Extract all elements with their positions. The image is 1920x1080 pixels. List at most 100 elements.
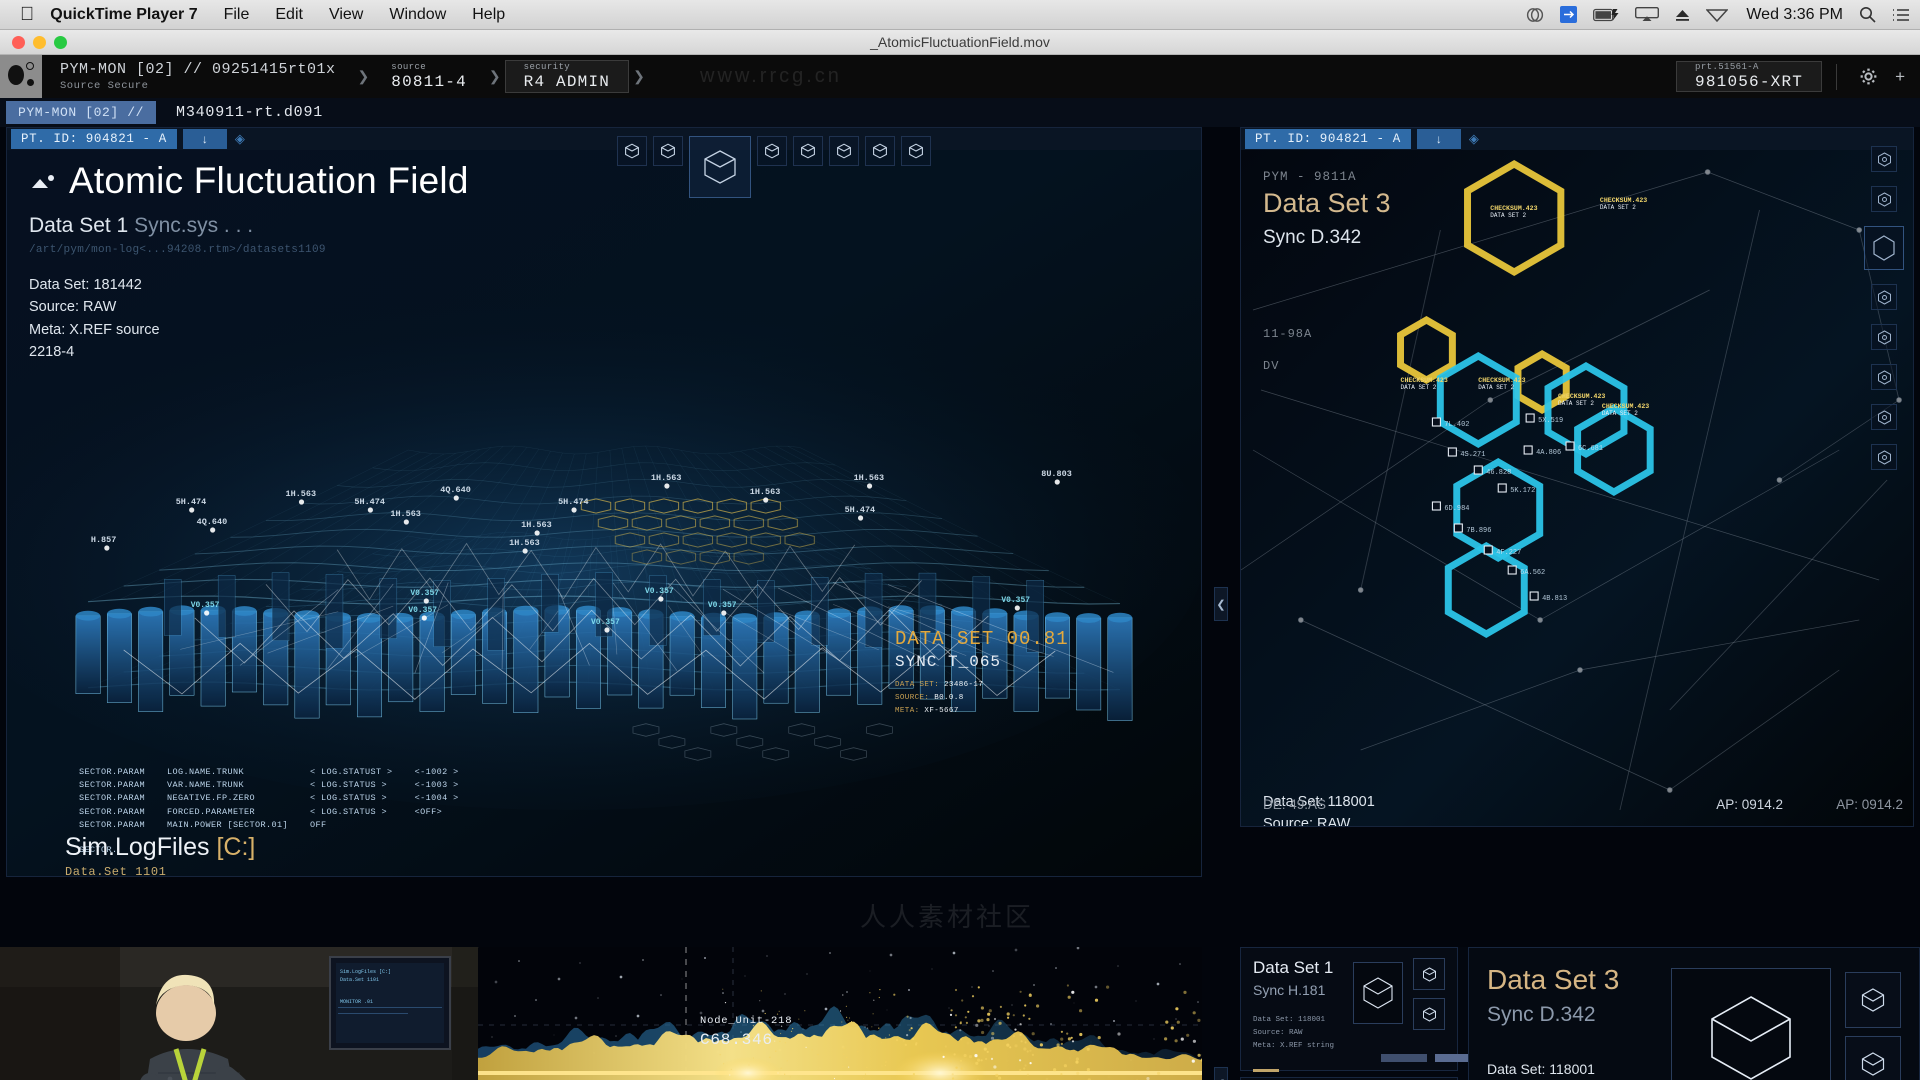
right-tag-1: 11-98A <box>1263 327 1313 341</box>
right-de-value: DE: 49.AS <box>1263 797 1327 812</box>
table-row: SECTOR.PARAM VAR.NAME.TRUNK < LOG.STATUS >… <box>79 780 459 791</box>
svg-text:Sim.LogFiles [C:]: Sim.LogFiles [C:] <box>340 969 391 975</box>
battery-icon[interactable] <box>1593 8 1619 22</box>
hex-outline-icon[interactable] <box>1864 226 1904 270</box>
card-1-cube-preview[interactable] <box>1353 962 1403 1024</box>
cube-icon-5[interactable] <box>829 136 859 166</box>
source-field[interactable]: source 80811-4 <box>373 55 485 98</box>
main-pt-id[interactable]: PT. ID: 904821 - A <box>11 129 177 149</box>
sim-dataset: Data.Set 1101 <box>65 865 167 877</box>
collapse-handle-left[interactable]: ❮ <box>1214 587 1228 621</box>
security-field[interactable]: security R4 ADMIN <box>504 60 630 93</box>
tabstrip-doc-name[interactable]: M340911-rt.d091 <box>176 104 323 121</box>
hex-eye-icon-7[interactable] <box>1871 444 1897 470</box>
svg-text:5H.474: 5H.474 <box>558 497 589 507</box>
big-card-meta: Data Set: 118001 Source: RAW Meta: X.REF… <box>1487 1061 1595 1077</box>
eject-icon[interactable] <box>1675 8 1690 22</box>
svg-text:4B.813: 4B.813 <box>1542 595 1567 603</box>
plus-icon[interactable]: + <box>1886 67 1914 87</box>
big-card-buttons[interactable] <box>1845 972 1901 1080</box>
hex-eye-icon-4[interactable] <box>1871 324 1897 350</box>
prt-label: prt.51561-A <box>1695 62 1759 72</box>
card-1-text: Data Set 1 Sync H.181 Data Set: 118001 S… <box>1253 958 1353 1073</box>
sim-title-row: Sim.LogFiles [C:] <box>65 833 255 862</box>
app-logo-icon[interactable] <box>0 55 42 98</box>
breadcrumb[interactable]: PYM-MON [02] // 09251415rt01x Source Sec… <box>42 55 354 98</box>
card-1-cube-button-2[interactable] <box>1413 998 1445 1030</box>
apple-logo-icon[interactable]:  <box>20 5 34 24</box>
creative-cloud-icon[interactable] <box>1526 7 1544 23</box>
menu-item-view[interactable]: View <box>329 6 363 24</box>
right-icon-rail[interactable] <box>1855 128 1913 826</box>
svg-text:V0.357: V0.357 <box>408 606 437 615</box>
meta-line-dataset: Data Set: 181442 <box>29 277 142 293</box>
wifi-icon[interactable] <box>1706 8 1729 22</box>
menu-item-window[interactable]: Window <box>389 6 446 24</box>
main-meta-block: Data Set: 181442 Source: RAW Meta: X.REF… <box>29 274 469 364</box>
header-spacer <box>649 55 1676 98</box>
svg-text:V0.357: V0.357 <box>708 601 737 610</box>
cube-icon-2[interactable] <box>653 136 683 166</box>
big-card-cube-preview[interactable] <box>1671 968 1831 1080</box>
right-ap-left: AP: 0914.2 <box>1716 797 1783 812</box>
hex-eye-icon-6[interactable] <box>1871 404 1897 430</box>
breadcrumb-title: PYM-MON [02] // 09251415rt01x <box>60 61 336 78</box>
cube-icon-7[interactable] <box>901 136 931 166</box>
list-item[interactable]: Data Set 1 Sync H.181 Data Set: 118001 S… <box>1240 947 1481 1073</box>
svg-text:DATA SET 2: DATA SET 2 <box>1558 400 1594 407</box>
collapse-handle-bottom[interactable]: ❮ <box>1214 1067 1228 1080</box>
waveform-panel[interactable]: Node_Unit-218 C68.346 249-3 784-7 <box>478 947 1202 1080</box>
right-pt-id[interactable]: PT. ID: 904821 - A <box>1245 129 1411 149</box>
dataset-3-detail-card[interactable]: Data Set 3 Sync D.342 Data Set: 118001 S… <box>1468 947 1920 1080</box>
svg-text:5K.172: 5K.172 <box>1510 487 1535 495</box>
presenter-video-panel[interactable]: Sim.LogFiles [C:] Data.Set 1101 MONITOR … <box>0 947 478 1080</box>
download-arrow-icon[interactable]: ↓ <box>182 129 227 149</box>
menu-bar-clock[interactable]: Wed 3:36 PM <box>1746 6 1843 24</box>
cube-icon-active[interactable] <box>689 136 751 198</box>
download-arrow-icon[interactable]: ↓ <box>1416 129 1461 149</box>
svg-text:1H.563: 1H.563 <box>509 538 540 548</box>
network-graph-panel: PT. ID: 904821 - A ↓ ◈ 7L.402 4S.271 46.82… <box>1240 127 1914 827</box>
hex-eye-icon-3[interactable] <box>1871 284 1897 310</box>
card-1-title: Data Set 1 <box>1253 958 1334 977</box>
big-card-cube-button-1[interactable] <box>1845 972 1901 1028</box>
hex-eye-icon-1[interactable] <box>1871 146 1897 172</box>
svg-text:4S.271: 4S.271 <box>1460 451 1485 459</box>
svg-text:CHECKSUM.423: CHECKSUM.423 <box>1600 197 1647 204</box>
cube-icon-4[interactable] <box>793 136 823 166</box>
big-card-cube-button-2[interactable] <box>1845 1036 1901 1080</box>
menu-item-file[interactable]: File <box>224 6 250 24</box>
search-icon[interactable] <box>1859 6 1876 23</box>
card-1-cube-button-1[interactable] <box>1413 958 1445 990</box>
diamond-icon[interactable]: ◈ <box>1469 131 1479 147</box>
gear-icon[interactable] <box>1851 68 1886 85</box>
prt-field[interactable]: prt.51561-A 981056-XRT <box>1676 61 1823 92</box>
svg-text:H.857: H.857 <box>91 535 116 545</box>
menu-item-edit[interactable]: Edit <box>275 6 303 24</box>
menu-item-help[interactable]: Help <box>472 6 505 24</box>
panel-grid: PT. ID: 904821 - A ↓ ◈ H.857 5H.474 4Q.6… <box>0 65 1920 1080</box>
cube-icon-3[interactable] <box>757 136 787 166</box>
security-label: security <box>523 62 571 72</box>
svg-text:V0.357: V0.357 <box>191 601 220 610</box>
card-1-mini: Data Set: 118001 Source: RAW Meta: X.REF… <box>1253 1016 1335 1051</box>
sim-title: Sim.LogFiles <box>65 833 217 861</box>
cube-icon-6[interactable] <box>865 136 895 166</box>
hex-eye-icon-5[interactable] <box>1871 364 1897 390</box>
cube-toolbar[interactable] <box>617 136 931 198</box>
chevron-right-icon-3: ❯ <box>633 68 645 84</box>
menu-app-name[interactable]: QuickTime Player 7 <box>50 6 197 24</box>
hex-eye-icon-2[interactable] <box>1871 186 1897 212</box>
sim-drive: [C:] <box>216 833 256 861</box>
tabstrip-chip[interactable]: PYM-MON [02] // <box>6 101 157 124</box>
notification-center-icon[interactable] <box>1892 8 1910 22</box>
svg-text:4Q.640: 4Q.640 <box>197 517 228 527</box>
table-row: SECTOR.PARAM MAIN.POWER [SECTOR.01] OFF <box>79 819 327 830</box>
card-1-chips <box>1381 1054 1481 1062</box>
cube-icon-1[interactable] <box>617 136 647 166</box>
svg-text:DATA SET 2: DATA SET 2 <box>1602 410 1638 417</box>
dropbox-icon[interactable] <box>1560 6 1578 23</box>
diamond-icon[interactable]: ◈ <box>235 131 245 147</box>
airplay-icon[interactable] <box>1635 7 1660 22</box>
card-1-buttons[interactable] <box>1413 958 1445 1060</box>
